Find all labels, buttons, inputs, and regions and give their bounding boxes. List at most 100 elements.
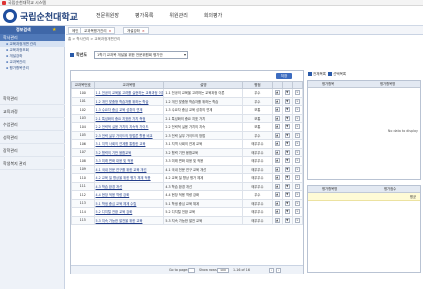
course-name-link[interactable]: 1.3 수요자 중심 교육 성취의 연계 [93,105,165,115]
table-row[interactable]: 106 3.1 지역 사회의 연계를 통합한 교육 3.1 지역 사회의 연계 교육… [71,139,304,149]
up-arrow-icon[interactable]: ▲ [274,209,280,215]
close-icon[interactable]: × [142,29,145,33]
course-name-link[interactable]: 4.3 학습 환경 개선 [93,181,165,191]
down-arrow-icon[interactable]: ▼ [284,141,290,147]
course-name-link[interactable]: 2.2 전략적 실용 가치의 지속적 가이드 [93,122,165,132]
remove-icon[interactable]: × [294,115,300,121]
remove-icon[interactable]: × [294,124,300,130]
evaluation-select[interactable]: 1학기 교과목 개설을 위한 전문위원회 평가안 ▾ [94,51,188,59]
remove-icon[interactable]: × [294,175,300,181]
sidebar-header-label[interactable]: 정보검색 [16,26,31,34]
tab-courses[interactable]: 개설강좌 × [123,27,149,34]
column-header[interactable]: 평가항목명 [380,81,395,88]
course-name-link[interactable]: 1.2 개인 맞춤형 학습자를 위하는 학습 [93,96,165,106]
prev-page-button[interactable]: ‹ [269,268,274,273]
down-arrow-icon[interactable]: ▼ [284,107,290,113]
up-arrow-icon[interactable]: ▲ [274,132,280,138]
up-arrow-icon[interactable]: ▲ [274,183,280,189]
course-name-link[interactable]: 1.1 전공의 교육을 고려를 실현하는 교육과정 이론 [93,88,165,98]
top-nav-item[interactable]: 위원관리 [161,12,195,20]
sidebar-item[interactable]: 수업관리 [0,118,65,131]
table-row[interactable]: 105 2.3 전략 실무 가이드의 방법론 활용 비교 2.3 전략 실무 가이드… [71,130,304,140]
course-name-link[interactable]: 4.1 국내 전문 연구를 위한 교육 개선 [93,164,165,174]
remove-icon[interactable]: × [294,90,300,96]
down-arrow-icon[interactable]: ▼ [284,132,290,138]
up-arrow-icon[interactable]: ▲ [274,166,280,172]
down-arrow-icon[interactable]: ▼ [284,90,290,96]
remove-icon[interactable]: × [294,98,300,104]
table-row[interactable]: 114 5.2 디지털 전환 교육 강화 5.2 디지털 전환 교육 매우우수 ▲ ▼ × [71,207,304,217]
course-name-link[interactable]: 2.3 전략 실무 가이드의 방법론 활용 비교 [93,130,165,140]
column-header[interactable]: 평가항목명 [322,186,337,193]
sidebar-item[interactable]: 성적관리 [0,131,65,144]
remove-icon[interactable]: × [294,200,300,206]
course-name-link[interactable]: 3.3 미래 변화 대응 및 적용 [93,156,165,166]
table-row[interactable]: 108 3.3 미래 변화 대응 및 적용 3.3 미래 변화 대응 및 적용 매우우… [71,156,304,166]
sidebar-subitem[interactable]: 평가항목관리 [0,65,65,71]
summary-row[interactable]: 평균 [308,193,420,201]
remove-icon[interactable]: × [294,183,300,189]
remove-icon[interactable]: × [294,192,300,198]
sidebar-section[interactable]: 학사관리 [0,34,65,41]
remove-icon[interactable]: × [294,132,300,138]
remove-icon[interactable]: × [294,209,300,215]
top-nav-item[interactable]: 평가목록 [127,12,161,20]
up-arrow-icon[interactable]: ▲ [274,107,280,113]
down-arrow-icon[interactable]: ▼ [284,183,290,189]
course-name-link[interactable]: 5.3 지속 가능한 발전을 위한 교육 [93,215,165,225]
down-arrow-icon[interactable]: ▼ [284,192,290,198]
tab-evaluation[interactable]: 교과목평가관리 × [80,27,116,34]
down-arrow-icon[interactable]: ▼ [284,217,290,223]
course-name-link[interactable]: 3.1 지역 사회의 연계를 통합한 교육 [93,139,165,149]
up-arrow-icon[interactable]: ▲ [274,98,280,104]
up-arrow-icon[interactable]: ▲ [274,200,280,206]
remove-icon[interactable]: × [294,141,300,147]
remove-icon[interactable]: × [294,217,300,223]
remove-icon[interactable]: × [294,158,300,164]
table-row[interactable]: 111 4.3 학습 환경 개선 4.3 학습 환경 개선 매우우수 ▲ ▼ × [71,181,304,191]
course-name-link[interactable]: 4.2 교육 질 향상을 위한 평가 체계 적용 [93,173,165,183]
down-arrow-icon[interactable]: ▼ [284,158,290,164]
course-name-link[interactable]: 3.2 협력의 기반 융합교육 [93,147,165,157]
column-header[interactable]: 평가항목 [322,81,334,88]
table-row[interactable]: 101 1.2 개인 맞춤형 학습자를 위하는 학습 1.2 개인 맞춤형 학습자를… [71,96,304,106]
column-header[interactable]: 설명 [163,81,244,89]
top-nav-item[interactable]: 회의평가 [196,12,230,20]
remove-icon[interactable]: × [294,107,300,113]
down-arrow-icon[interactable]: ▼ [284,149,290,155]
rows-select[interactable]: 100 [217,268,229,273]
table-row[interactable]: 112 4.4 현장 적용 역량 강화 4.4 현장 적용 역량 강화 우수 ▲ ▼ × [71,190,304,200]
table-row[interactable]: 103 2.1 특성화의 중요 지표한 가치 측정 2.1 특성화의 중요 지표 가… [71,113,304,123]
up-arrow-icon[interactable]: ▲ [274,141,280,147]
table-row[interactable]: 110 4.2 교육 질 향상을 위한 평가 체계 적용 4.2 교육 질 향상 평… [71,173,304,183]
sidebar-item[interactable]: 장학관리 [0,144,65,157]
sidebar-item[interactable]: 교육과정 [0,105,65,118]
table-row[interactable]: 104 2.2 전략적 실용 가치의 지속적 가이드 2.2 전략적 실용 가치의 … [71,122,304,132]
course-name-link[interactable]: 2.1 특성화의 중요 지표한 가치 측정 [93,113,165,123]
up-arrow-icon[interactable]: ▲ [274,124,280,130]
top-nav-item[interactable]: 전문위원장 [88,12,127,20]
up-arrow-icon[interactable]: ▲ [274,192,280,198]
course-name-link[interactable]: 5.1 학생 중심 교육 체계 수립 [93,198,165,208]
sidebar-item[interactable]: 학적관리 [0,92,65,105]
down-arrow-icon[interactable]: ▼ [284,115,290,121]
down-arrow-icon[interactable]: ▼ [284,200,290,206]
page-input[interactable] [188,268,195,273]
up-arrow-icon[interactable]: ▲ [274,217,280,223]
up-arrow-icon[interactable]: ▲ [274,158,280,164]
table-row[interactable]: 113 5.1 학생 중심 교육 체계 수립 5.1 학생 중심 교육 체계 매우우수… [71,198,304,208]
down-arrow-icon[interactable]: ▼ [284,124,290,130]
sidebar-item[interactable]: 학생복지 관리 [0,157,65,170]
remove-icon[interactable]: × [294,166,300,172]
column-header[interactable]: 평점 [242,81,273,89]
save-button[interactable]: 저장 [276,73,292,79]
table-row[interactable]: 107 3.2 협력의 기반 융합교육 3.2 협력 기반 융합교육 매우우수 ▲ ▼ × [71,147,304,157]
down-arrow-icon[interactable]: ▼ [284,209,290,215]
column-header[interactable]: 교과목번호 [71,81,95,89]
column-header[interactable]: 평가점수 [384,186,396,193]
course-name-link[interactable]: 5.2 디지털 전환 교육 강화 [93,207,165,217]
table-row[interactable]: 102 1.3 수요자 중심 교육 성취의 연계 1.3 수요자 중심 교육 성취의… [71,105,304,115]
up-arrow-icon[interactable]: ▲ [274,175,280,181]
down-arrow-icon[interactable]: ▼ [284,175,290,181]
next-page-button[interactable]: › [276,268,281,273]
